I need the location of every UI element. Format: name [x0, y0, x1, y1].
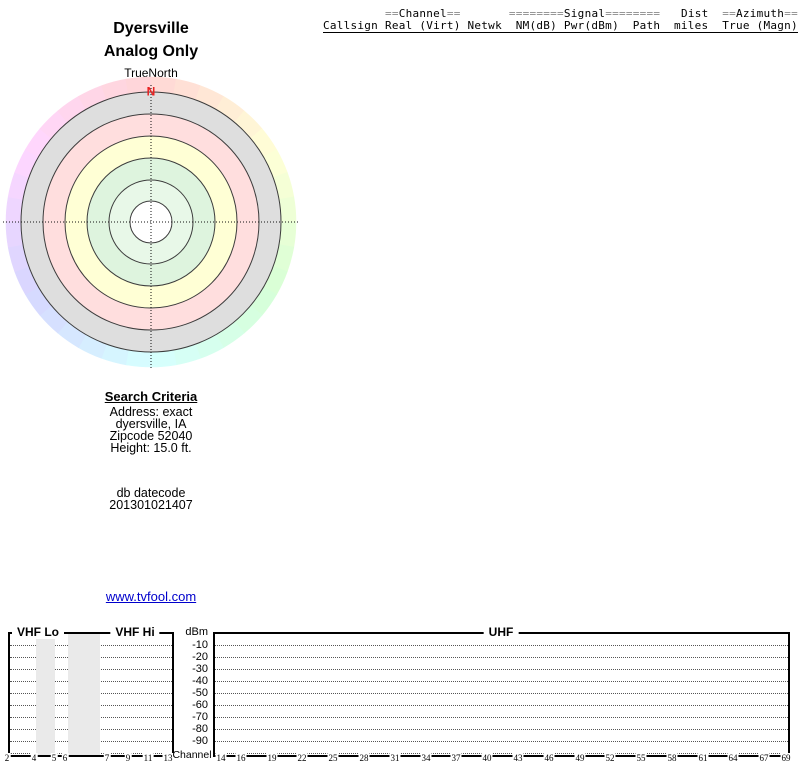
- band-label: UHF: [484, 626, 519, 639]
- tvfool-report-page: ==Channel== ========Signal======== Dist …: [0, 0, 800, 768]
- channel-tick-label: 11: [143, 753, 154, 763]
- tvfool-link[interactable]: www.tvfool.com: [1, 589, 301, 604]
- channel-tick-label: 61: [698, 753, 709, 763]
- gridline-uhf: [215, 705, 788, 706]
- channel-tick-label: 14: [216, 753, 227, 763]
- channel-tick-label: 52: [605, 753, 616, 763]
- channel-tick-label: 4: [31, 753, 38, 763]
- channel-tick-label: 22: [297, 753, 308, 763]
- table-header-line2: Callsign Real (Virt) Netwk NM(dB) Pwr(dB…: [323, 20, 798, 33]
- north-letter: N: [147, 85, 156, 99]
- report-title-location: Dyersville: [1, 20, 301, 37]
- channel-tick-label: 69: [781, 753, 792, 763]
- channel-axis-label: Channel: [172, 748, 212, 762]
- radar-plot: N: [1, 72, 301, 372]
- gridline-uhf: [215, 717, 788, 718]
- gridline-uhf: [215, 741, 788, 742]
- gridline-uhf: [215, 693, 788, 694]
- y-axis-tick-label: -90: [168, 734, 208, 748]
- search-criteria-footer-line: 201301021407: [1, 499, 301, 511]
- channel-tick-label: 7: [104, 753, 111, 763]
- channel-tick-label: 43: [513, 753, 524, 763]
- channel-tick-label: 37: [451, 753, 462, 763]
- gridline-uhf: [215, 657, 788, 658]
- gridline-uhf: [215, 669, 788, 670]
- channel-tick-label: 2: [4, 753, 11, 763]
- channel-tick-label: 25: [328, 753, 339, 763]
- channel-tick-label: 34: [421, 753, 432, 763]
- channel-tick-label: 58: [667, 753, 678, 763]
- channel-tick-label: 46: [544, 753, 555, 763]
- channel-tick-label: 28: [359, 753, 370, 763]
- gridline-uhf: [215, 729, 788, 730]
- band-label: VHF Hi: [110, 626, 159, 639]
- uhf-panel: [213, 632, 790, 757]
- channel-tick-label: 9: [125, 753, 132, 763]
- channel-tick-label: 55: [636, 753, 647, 763]
- channel-tick-label: 49: [575, 753, 586, 763]
- channel-tick-label: 40: [482, 753, 493, 763]
- channel-tick-label: 31: [390, 753, 401, 763]
- search-criteria-footer: db datecode201301021407: [1, 487, 301, 511]
- search-criteria-heading: Search Criteria: [1, 389, 301, 404]
- search-criteria-lines: Address: exactdyersville, IAZipcode 5204…: [1, 406, 301, 454]
- channel-tick-label: 6: [62, 753, 69, 763]
- report-title-mode: Analog Only: [1, 43, 301, 60]
- gridline-uhf: [215, 645, 788, 646]
- table-header-line1: ==Channel== ========Signal======== Dist …: [323, 8, 798, 19]
- channel-tick-label: 67: [759, 753, 770, 763]
- channel-tick-label: 16: [236, 753, 247, 763]
- channel-tick-label: 5: [51, 753, 58, 763]
- channel-tick-label: 64: [728, 753, 739, 763]
- frequency-gap-band: [36, 634, 55, 755]
- search-criteria-heading-text: Search Criteria: [105, 389, 198, 404]
- channel-tick-label: 19: [267, 753, 278, 763]
- gridline-uhf: [215, 681, 788, 682]
- search-criteria-line: Height: 15.0 ft.: [1, 442, 301, 454]
- frequency-gap-band: [68, 634, 100, 755]
- band-label: VHF Lo: [12, 626, 64, 639]
- dbm-axis-label: dBm: [168, 625, 208, 639]
